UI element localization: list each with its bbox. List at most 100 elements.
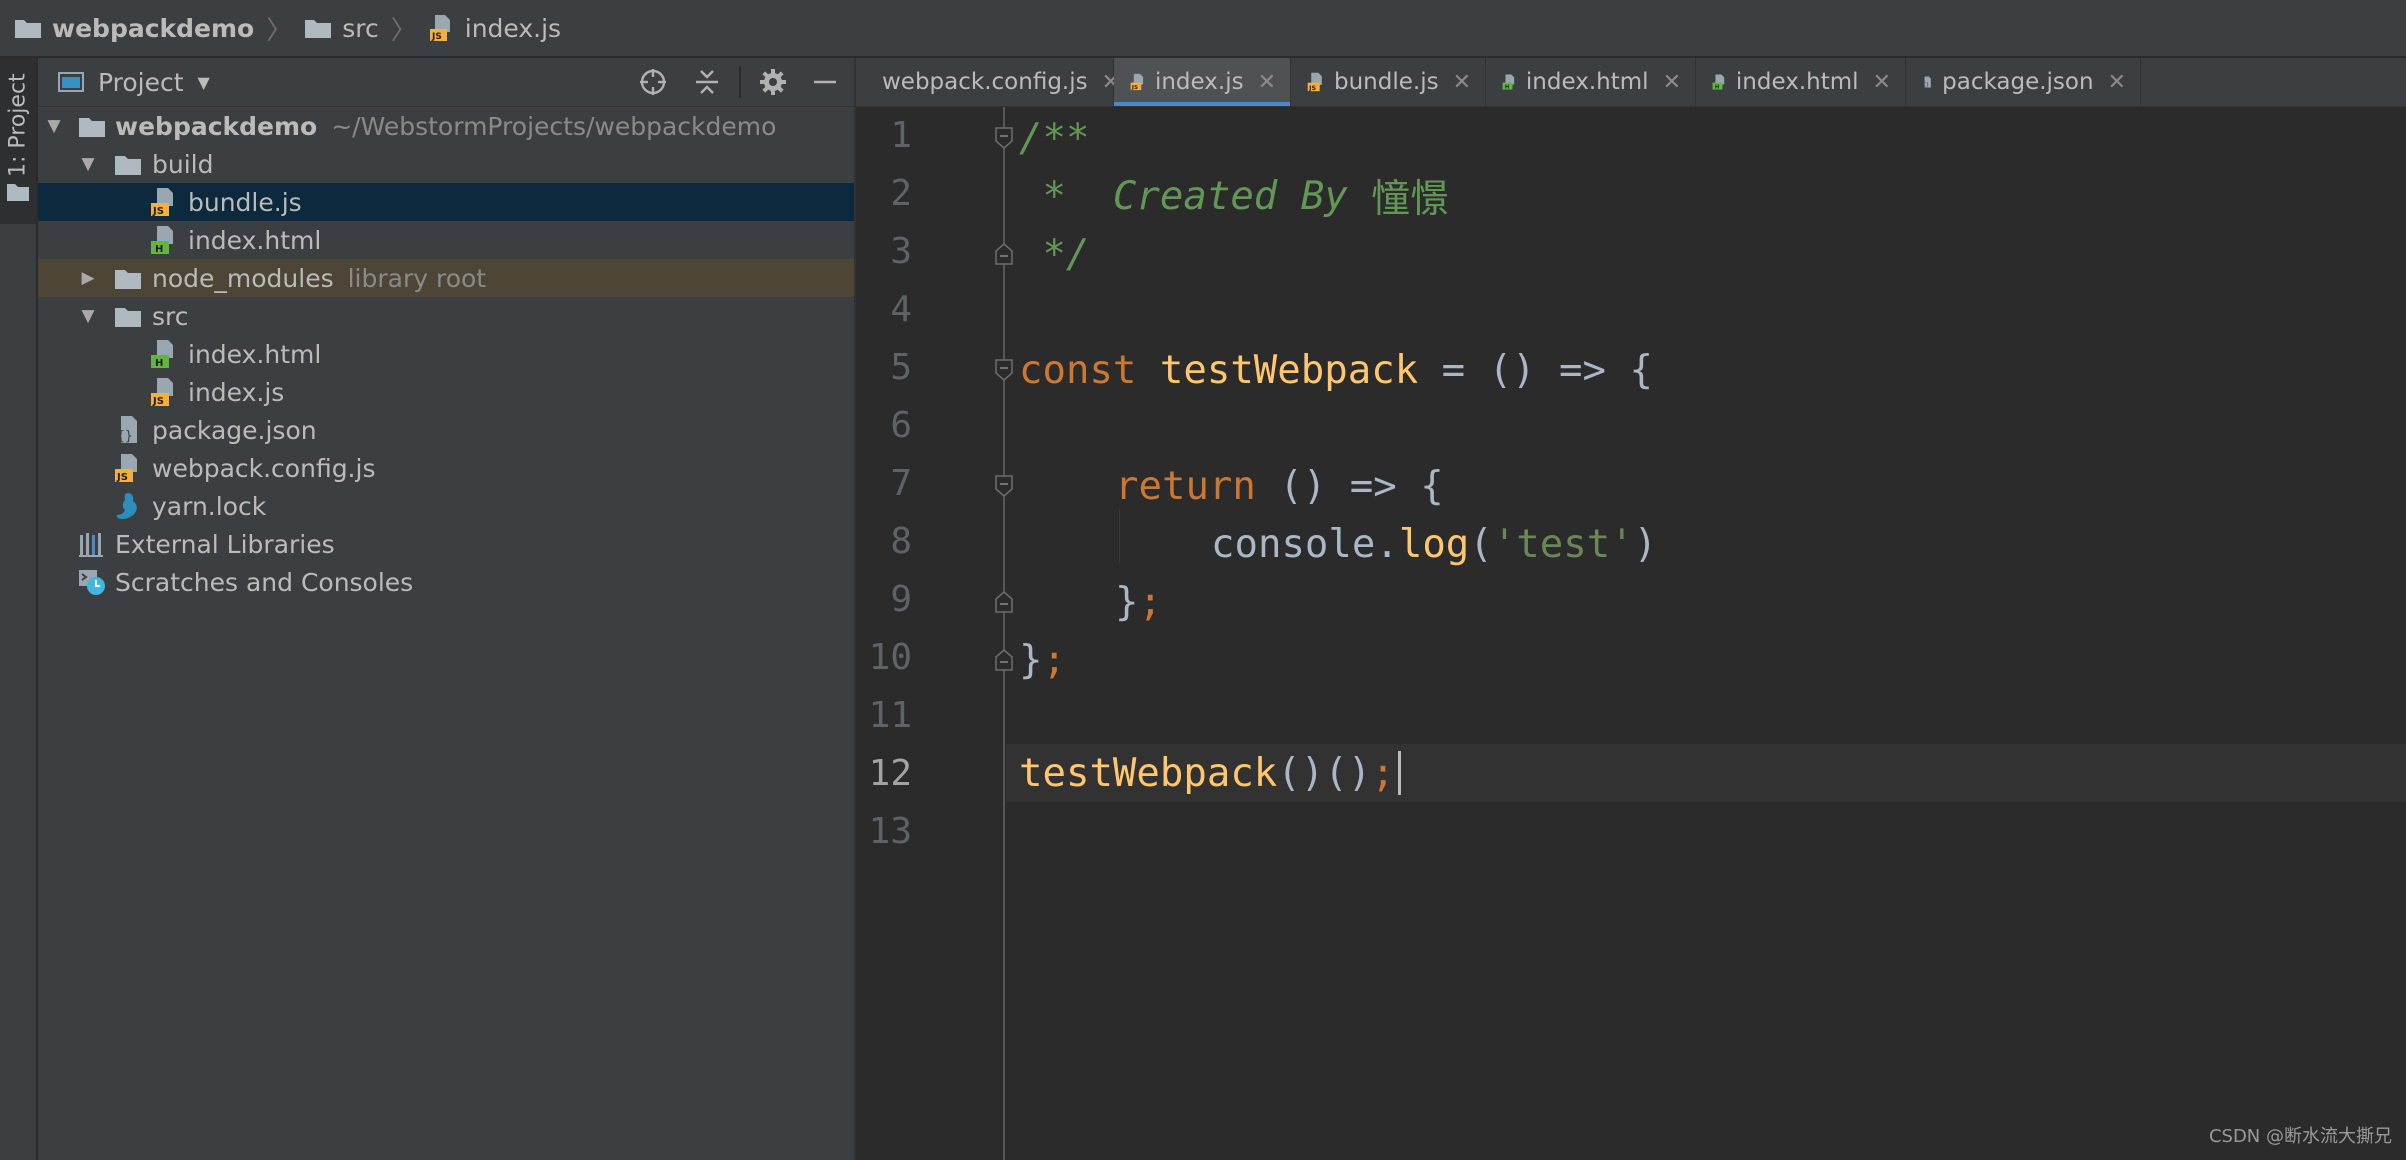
svg-text:JS: JS <box>152 396 164 407</box>
project-window-icon <box>58 72 84 92</box>
tab-index-js[interactable]: JS index.js ✕ <box>1114 58 1291 106</box>
hide-panel-button[interactable] <box>810 67 840 97</box>
locate-file-button[interactable] <box>638 67 668 97</box>
code-line-5: const testWebpack = () => { <box>1019 341 1653 399</box>
folder-icon <box>79 118 105 137</box>
close-icon[interactable]: ✕ <box>1453 70 1471 95</box>
line-number: 4 <box>890 289 912 330</box>
code-line-2: * Created By 憧憬 <box>1019 167 1449 225</box>
line-number: 13 <box>868 811 912 852</box>
js-file-icon: JS <box>151 378 173 407</box>
tree-item-label: src <box>152 301 189 331</box>
tab-package-json[interactable]: {} package.json ✕ <box>1906 58 2141 106</box>
close-icon[interactable]: ✕ <box>1258 70 1276 95</box>
js-file-icon: JS <box>1307 72 1322 92</box>
tree-item-src-index-html[interactable]: H index.html <box>38 335 854 373</box>
line-number: 5 <box>890 347 912 388</box>
line-number: 6 <box>890 405 912 446</box>
fold-collapse-icon[interactable] <box>994 127 1014 149</box>
tree-item-src[interactable]: ▼ src <box>38 297 854 335</box>
expand-arrow-icon[interactable]: ▼ <box>44 116 64 136</box>
fold-collapse-icon[interactable] <box>994 475 1014 497</box>
json-file-icon: {} <box>117 416 137 444</box>
project-panel-title: Project <box>98 67 184 97</box>
semicolon: ; <box>1042 637 1066 683</box>
js-file-icon: JS <box>429 15 450 42</box>
html-file-icon: H <box>151 226 173 255</box>
crosshair-icon <box>640 69 666 95</box>
chevron-down-icon: ▼ <box>197 72 210 92</box>
html-file-icon: H <box>1712 74 1725 90</box>
project-tool-label: 1: Project <box>5 73 31 177</box>
keyword: const <box>1019 347 1137 393</box>
line-number: 9 <box>890 579 912 620</box>
tab-webpack-config-js[interactable]: JS webpack.config.js ✕ <box>856 58 1120 106</box>
close-icon[interactable]: ✕ <box>2108 70 2126 95</box>
tree-item-node-modules[interactable]: ▶ node_modules library root <box>38 259 854 297</box>
breadcrumb-folder[interactable]: src <box>304 0 379 56</box>
tree-item-label: build <box>152 149 214 179</box>
tree-item-package-json[interactable]: {} package.json <box>38 411 854 449</box>
tab-src-index-html[interactable]: H index.html ✕ <box>1696 58 1906 106</box>
close-icon[interactable]: ✕ <box>1873 70 1891 95</box>
tree-item-label: package.json <box>152 415 317 445</box>
breadcrumb-project[interactable]: webpackdemo <box>14 0 254 56</box>
expand-arrow-icon[interactable]: ▼ <box>78 154 98 174</box>
tree-item-webpackdemo[interactable]: ▼ webpackdemo ~/WebstormProjects/webpackd… <box>38 107 854 145</box>
expand-arrow-icon[interactable]: ▶ <box>78 268 98 288</box>
json-file-icon: {} <box>1923 76 1931 88</box>
tree-item-external-libraries[interactable]: External Libraries <box>38 525 854 563</box>
fold-collapse-icon[interactable] <box>994 359 1014 381</box>
project-panel-header: Project ▼ <box>38 58 854 107</box>
keyword: return <box>1115 463 1256 509</box>
tab-bundle-js[interactable]: JS bundle.js ✕ <box>1291 58 1486 106</box>
project-view-selector[interactable]: Project ▼ <box>58 58 210 106</box>
js-file-icon: JS <box>151 188 173 217</box>
tree-item-path: ~/WebstormProjects/webpackdemo <box>331 111 777 141</box>
tree-item-bundle-js[interactable]: JS bundle.js <box>38 183 854 221</box>
close-icon[interactable]: ✕ <box>1663 70 1681 95</box>
tree-item-yarn-lock[interactable]: yarn.lock <box>38 487 854 525</box>
html-file-icon: H <box>151 340 173 369</box>
code-text: } <box>1019 637 1043 683</box>
project-tool-button[interactable]: 1: Project <box>0 58 36 224</box>
breadcrumb-separator: 〉 <box>266 15 293 46</box>
tree-item-scratches[interactable]: Scratches and Consoles <box>38 563 854 601</box>
breadcrumb-file[interactable]: JS index.js <box>429 0 561 56</box>
doc-comment: * <box>1019 173 1113 219</box>
svg-text:{}: {} <box>117 429 133 444</box>
navigation-bar: webpackdemo 〉 src 〉 JS index.js <box>0 0 2406 58</box>
toolbar-separator <box>739 66 741 98</box>
tree-item-build[interactable]: ▼ build <box>38 145 854 183</box>
tree-item-label: webpackdemo <box>115 111 318 141</box>
editor-tab-bar: JS webpack.config.js ✕ JS index.js ✕ JS … <box>856 58 2406 107</box>
fold-end-icon[interactable] <box>994 243 1014 265</box>
collapse-all-button[interactable] <box>692 67 722 97</box>
code-text: console. <box>1211 521 1399 567</box>
tree-item-src-index-js[interactable]: JS index.js <box>38 373 854 411</box>
watermark: CSDN @断水流大撕兄 <box>2208 1126 2392 1147</box>
library-root-hint: library root <box>347 263 487 293</box>
code-text: ) <box>1633 521 1658 567</box>
fold-end-icon[interactable] <box>994 649 1014 671</box>
doc-comment: Created By <box>1112 173 1372 219</box>
method-name: log <box>1398 521 1470 567</box>
tree-item-webpack-config[interactable]: JS webpack.config.js <box>38 449 854 487</box>
expand-arrow-icon[interactable]: ▼ <box>78 306 98 326</box>
tree-item-index-html[interactable]: H index.html <box>38 221 854 259</box>
line-number: 10 <box>868 637 912 678</box>
tree-item-label: node_modules <box>152 263 334 293</box>
function-call: testWebpack <box>1019 750 1278 796</box>
fold-end-icon[interactable] <box>994 591 1014 613</box>
tab-build-index-html[interactable]: H index.html ✕ <box>1486 58 1696 106</box>
libraries-icon <box>79 533 103 557</box>
code-editor[interactable]: 1 2 3 4 5 6 7 8 9 10 11 12 13 /** * Crea… <box>856 107 2406 1160</box>
semicolon: ; <box>1138 579 1162 625</box>
doc-comment: */ <box>1019 231 1090 277</box>
breadcrumb-file-label: index.js <box>464 13 562 43</box>
svg-text:JS: JS <box>152 206 164 217</box>
code-line-1: /** <box>1019 109 1089 167</box>
breadcrumb-project-label: webpackdemo <box>52 13 255 43</box>
js-file-icon: JS <box>1130 73 1144 91</box>
settings-button[interactable] <box>758 67 788 97</box>
